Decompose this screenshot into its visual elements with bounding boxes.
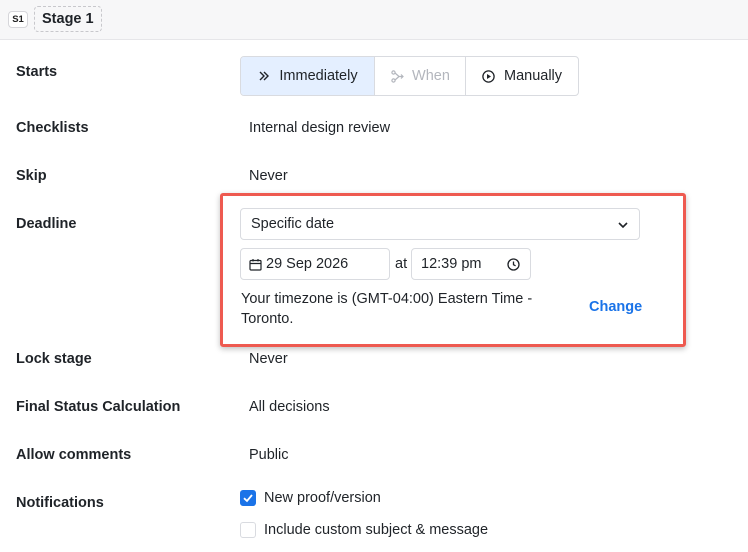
timezone-text: Your timezone is (GMT-04:00) Eastern Tim… xyxy=(241,291,533,327)
skip-value[interactable]: Never xyxy=(249,168,288,184)
double-chevron-right-icon xyxy=(257,69,271,83)
checkmark-icon xyxy=(243,494,253,503)
new-proof-label: New proof/version xyxy=(264,490,381,506)
starts-manually-label: Manually xyxy=(503,68,563,84)
deadline-type-value: Specific date xyxy=(251,216,335,232)
deadline-at-label: at xyxy=(395,256,408,272)
calendar-icon xyxy=(249,258,262,275)
chevron-down-icon xyxy=(617,219,629,235)
starts-when-button[interactable]: When xyxy=(375,57,466,95)
checklists-label: Checklists xyxy=(16,120,89,136)
lock-stage-label: Lock stage xyxy=(16,351,92,367)
final-status-value[interactable]: All decisions xyxy=(249,399,330,415)
allow-comments-value[interactable]: Public xyxy=(249,447,289,463)
branch-icon xyxy=(390,69,404,83)
starts-immediately-button[interactable]: Immediately xyxy=(241,57,375,95)
deadline-date-input[interactable]: 29 Sep 2026 xyxy=(240,248,390,280)
allow-comments-label: Allow comments xyxy=(16,447,132,463)
checklists-value[interactable]: Internal design review xyxy=(249,120,390,136)
custom-subject-label: Include custom subject & message xyxy=(264,522,489,538)
final-status-label: Final Status Calculation xyxy=(16,399,181,415)
deadline-type-select[interactable]: Specific date xyxy=(240,208,640,240)
starts-when-label: When xyxy=(412,68,450,84)
deadline-time-input[interactable]: 12:39 pm xyxy=(411,248,531,280)
clock-icon xyxy=(507,258,520,275)
new-proof-checkbox[interactable] xyxy=(240,490,256,506)
change-timezone-link[interactable]: Change xyxy=(589,299,642,315)
deadline-date-value: 29 Sep 2026 xyxy=(266,256,349,272)
stage-title[interactable]: Stage 1 xyxy=(34,6,102,32)
starts-label: Starts xyxy=(16,64,58,80)
deadline-label: Deadline xyxy=(16,216,77,232)
skip-label: Skip xyxy=(16,168,47,184)
deadline-time-value: 12:39 pm xyxy=(421,256,482,272)
lock-stage-value[interactable]: Never xyxy=(249,351,288,367)
stage-badge: S1 xyxy=(8,11,28,28)
starts-manually-button[interactable]: Manually xyxy=(466,57,578,95)
starts-segmented-control: Immediately When Manually xyxy=(240,56,579,96)
custom-subject-checkbox[interactable] xyxy=(240,522,256,538)
starts-immediately-label: Immediately xyxy=(279,68,358,84)
play-circle-icon xyxy=(482,69,496,83)
stage-header: S1 Stage 1 xyxy=(0,0,748,40)
notifications-label: Notifications xyxy=(16,495,104,511)
